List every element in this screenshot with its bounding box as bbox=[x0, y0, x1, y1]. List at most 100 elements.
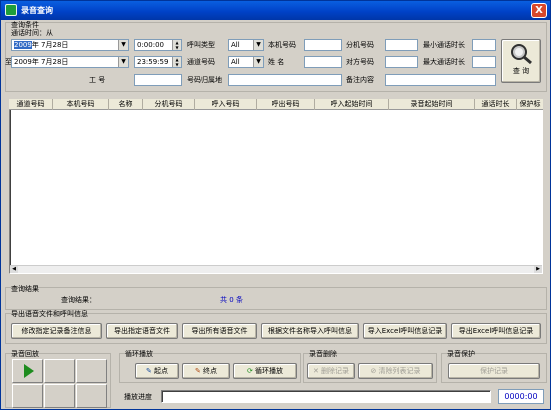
playback-slot[interactable] bbox=[44, 359, 75, 383]
query-button-label: 查 询 bbox=[512, 67, 530, 75]
protect-group-label: 录音保护 bbox=[447, 350, 475, 358]
delete-group-label: 录音删除 bbox=[309, 350, 337, 358]
window-title: 录音查询 bbox=[21, 6, 53, 15]
loop-icon: ⟳ bbox=[246, 367, 253, 375]
local-number-label: 本机号码 bbox=[268, 41, 296, 49]
start-time-field[interactable]: 0:00:00 ▲ ▼ bbox=[134, 39, 182, 51]
call-type-select[interactable]: All ▼ bbox=[228, 39, 264, 51]
playback-slot[interactable] bbox=[44, 384, 75, 408]
protect-record-button[interactable]: 保护记录 bbox=[448, 363, 540, 379]
peer-number-label: 对方号码 bbox=[346, 58, 374, 66]
region-input[interactable] bbox=[228, 74, 342, 86]
loop-start-button[interactable]: ✎ 起点 bbox=[135, 363, 179, 379]
export-selected-audio-button[interactable]: 导出指定语音文件 bbox=[106, 323, 178, 339]
chevron-down-icon[interactable]: ▼ bbox=[253, 57, 263, 67]
col-header-duration[interactable]: 通话时长 bbox=[475, 99, 517, 110]
start-time-value: 0:00:00 bbox=[137, 41, 164, 49]
col-header-outgoing[interactable]: 呼出号码 bbox=[257, 99, 315, 110]
col-header-incoming-time[interactable]: 呼入起始时间 bbox=[315, 99, 389, 110]
horizontal-scrollbar[interactable]: ◀ ▶ bbox=[10, 265, 542, 273]
result-total-prefix: 共 bbox=[220, 296, 227, 304]
app-window: 录音查询 X 查询条件 通话时间：从 2009年 7月28日 ▼ 0:00:00… bbox=[0, 0, 551, 410]
close-button[interactable]: X bbox=[531, 3, 547, 18]
import-excel-button[interactable]: 导入Excel呼叫信息记录 bbox=[363, 323, 447, 339]
scroll-left-icon[interactable]: ◀ bbox=[10, 266, 18, 273]
max-duration-input[interactable] bbox=[472, 56, 496, 68]
col-header-protect[interactable]: 保护标 bbox=[517, 99, 543, 110]
playback-group-label: 录音回放 bbox=[11, 350, 39, 358]
result-label: 查询结果： bbox=[61, 296, 96, 304]
min-duration-label: 最小通话时长 bbox=[423, 41, 465, 49]
extension-label: 分机号码 bbox=[346, 41, 374, 49]
name-input[interactable] bbox=[304, 56, 342, 68]
spin-arrows-icon[interactable]: ▲ ▼ bbox=[172, 57, 181, 67]
start-date-rest: 年 7月28日 bbox=[31, 41, 69, 49]
playback-slot[interactable] bbox=[76, 384, 107, 408]
region-label: 号码归属地 bbox=[187, 76, 222, 84]
channel-value: All bbox=[231, 58, 240, 66]
results-table[interactable] bbox=[9, 99, 543, 274]
col-header-record-time[interactable]: 录音起始时间 bbox=[389, 99, 475, 110]
worker-id-label: 工 号 bbox=[89, 76, 106, 84]
loop-start-label: 起点 bbox=[154, 367, 169, 375]
scroll-right-icon[interactable]: ▶ bbox=[534, 266, 542, 273]
query-button[interactable]: 查 询 bbox=[501, 39, 541, 83]
remark-input[interactable] bbox=[385, 74, 496, 86]
col-header-incoming[interactable]: 呼入号码 bbox=[195, 99, 257, 110]
col-header-name[interactable]: 名称 bbox=[109, 99, 143, 110]
clear-icon: ⊘ bbox=[370, 367, 377, 375]
result-total-count: 0 bbox=[229, 296, 234, 304]
delete-x-icon: ✕ bbox=[312, 367, 319, 375]
chevron-down-icon[interactable]: ▼ bbox=[253, 40, 263, 50]
start-year: 2009 bbox=[14, 41, 32, 49]
import-by-filename-button[interactable]: 根据文件名称导入呼叫信息 bbox=[261, 323, 359, 339]
start-date-picker[interactable]: 2009年 7月28日 ▼ bbox=[11, 39, 129, 51]
spin-arrows-icon[interactable]: ▲ ▼ bbox=[172, 40, 181, 50]
call-type-value: All bbox=[231, 41, 240, 49]
clear-list-button[interactable]: ⊘ 清除列表记录 bbox=[358, 363, 433, 379]
col-header-channel[interactable]: 通道号码 bbox=[9, 99, 53, 110]
loop-group-label: 循环播放 bbox=[125, 350, 153, 358]
edit-remark-button[interactable]: 修改指定记录备注信息 bbox=[11, 323, 102, 339]
play-button[interactable] bbox=[12, 359, 43, 383]
loop-end-button[interactable]: ✎ 终点 bbox=[182, 363, 230, 379]
worker-id-input[interactable] bbox=[134, 74, 182, 86]
col-header-extension[interactable]: 分机号码 bbox=[143, 99, 195, 110]
time-range-label: 通话时间：从 bbox=[11, 29, 53, 37]
delete-record-label: 删除记录 bbox=[321, 367, 350, 375]
loop-end-label: 终点 bbox=[203, 367, 218, 375]
peer-number-input[interactable] bbox=[385, 56, 418, 68]
loop-play-button[interactable]: ⟳ 循环播放 bbox=[233, 363, 297, 379]
export-group-label: 导出语音文件和呼叫信息 bbox=[11, 310, 88, 318]
end-date-value: 2009年 7月28日 bbox=[14, 58, 69, 66]
magnifier-icon bbox=[511, 44, 532, 65]
remark-label: 备注内容 bbox=[346, 76, 374, 84]
export-all-audio-button[interactable]: 导出所有语音文件 bbox=[182, 323, 257, 339]
call-type-label: 呼叫类型 bbox=[187, 41, 215, 49]
pencil-icon: ✎ bbox=[145, 367, 152, 375]
channel-select[interactable]: All ▼ bbox=[228, 56, 264, 68]
play-icon bbox=[24, 364, 34, 378]
end-time-field[interactable]: 23:59:59 ▲ ▼ bbox=[134, 56, 182, 68]
delete-record-button[interactable]: ✕ 删除记录 bbox=[307, 363, 355, 379]
clear-list-label: 清除列表记录 bbox=[378, 367, 421, 375]
title-bar: 录音查询 X bbox=[1, 1, 550, 20]
progress-bar[interactable] bbox=[161, 390, 491, 403]
name-label: 姓 名 bbox=[268, 58, 285, 66]
local-number-input[interactable] bbox=[304, 39, 342, 51]
extension-input[interactable] bbox=[385, 39, 418, 51]
max-duration-label: 最大通话时长 bbox=[423, 58, 465, 66]
chevron-down-icon[interactable]: ▼ bbox=[118, 57, 128, 67]
loop-play-label: 循环播放 bbox=[255, 367, 284, 375]
end-date-picker[interactable]: 2009年 7月28日 ▼ bbox=[11, 56, 129, 68]
progress-label: 播放进度 bbox=[124, 393, 152, 401]
col-header-local-number[interactable]: 本机号码 bbox=[53, 99, 109, 110]
min-duration-input[interactable] bbox=[472, 39, 496, 51]
export-excel-button[interactable]: 导出Excel呼叫信息记录 bbox=[451, 323, 541, 339]
playback-slot[interactable] bbox=[12, 384, 43, 408]
playback-slot[interactable] bbox=[76, 359, 107, 383]
result-total-suffix: 条 bbox=[235, 296, 243, 304]
pencil-icon: ✎ bbox=[194, 367, 201, 375]
chevron-down-icon[interactable]: ▼ bbox=[118, 40, 128, 50]
result-group-label: 查询结果 bbox=[11, 285, 39, 293]
